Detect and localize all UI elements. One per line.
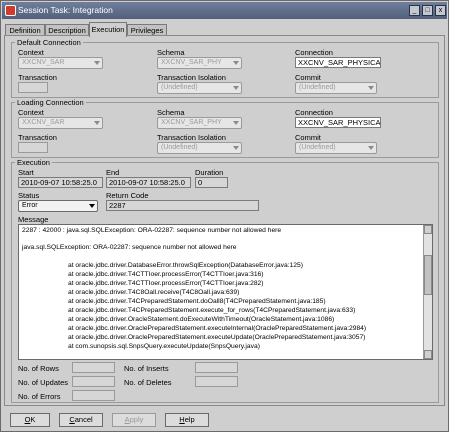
message-line: at oracle.jdbc.driver.T4CTTIoer.processE… xyxy=(68,280,264,287)
app-icon xyxy=(5,5,16,16)
message-line: at oracle.jdbc.driver.OracleStatement.do… xyxy=(68,316,335,323)
message-label: Message xyxy=(18,215,49,224)
return-code-label: Return Code xyxy=(106,191,149,200)
isolation-label: Transaction Isolation xyxy=(157,73,226,82)
schema-label: Schema xyxy=(157,48,185,57)
updates-field[interactable] xyxy=(72,376,115,387)
deletes-field[interactable] xyxy=(195,376,238,387)
return-code-field[interactable]: 2287 xyxy=(106,200,259,211)
tab-execution[interactable]: Execution xyxy=(89,22,127,37)
scroll-down-icon[interactable] xyxy=(424,350,432,359)
message-line: at oracle.jdbc.driver.OraclePreparedStat… xyxy=(68,334,366,341)
schema-select[interactable]: XXCNV_SAR_PHY xyxy=(157,57,242,69)
group-title: Loading Connection xyxy=(15,98,86,107)
isolation-select[interactable]: (Undefined) xyxy=(157,142,242,154)
loading-connection-group: Loading Connection Context XXCNV_SAR Sch… xyxy=(11,98,439,158)
connection-field[interactable]: XXCNV_SAR_PHYSICAL xyxy=(295,117,381,128)
commit-select[interactable]: (Undefined) xyxy=(295,142,377,154)
end-label: End xyxy=(106,168,120,177)
window-title: Session Task: Integration xyxy=(18,5,113,15)
execution-panel: Default Connection Context XXCNV_SAR Sch… xyxy=(4,35,445,406)
message-scrollbar[interactable] xyxy=(423,225,432,359)
close-icon[interactable]: x xyxy=(435,5,446,16)
commit-select[interactable]: (Undefined) xyxy=(295,82,377,94)
duration-label: Duration xyxy=(195,168,224,177)
errors-field[interactable] xyxy=(72,390,115,401)
context-select[interactable]: XXCNV_SAR xyxy=(18,57,103,69)
schema-label: Schema xyxy=(157,108,185,117)
apply-button[interactable]: Apply xyxy=(112,413,156,427)
duration-field[interactable]: 0 xyxy=(195,177,228,188)
context-label: Context xyxy=(18,108,44,117)
status-label: Status xyxy=(18,191,40,200)
help-button[interactable]: Help xyxy=(165,413,209,427)
message-line: at oracle.jdbc.driver.T4CPreparedStateme… xyxy=(68,298,326,305)
start-field[interactable]: 2010-09-07 10:58:25.0 xyxy=(18,177,103,188)
message-line: at com.sunopsis.sql.SnpsQuery.executeUpd… xyxy=(68,343,260,350)
start-label: Start xyxy=(18,168,34,177)
rows-label: No. of Rows xyxy=(18,364,59,373)
scroll-up-icon[interactable] xyxy=(424,225,432,234)
updates-label: No. of Updates xyxy=(18,378,69,387)
inserts-label: No. of Inserts xyxy=(124,364,169,373)
end-field[interactable]: 2010-09-07 10:58:25.0 xyxy=(106,177,191,188)
inserts-field[interactable] xyxy=(195,362,238,373)
group-title: Execution xyxy=(15,158,52,167)
cancel-button[interactable]: Cancel xyxy=(59,413,103,427)
status-select[interactable]: Error xyxy=(18,200,98,212)
ok-button[interactable]: OK xyxy=(10,413,50,427)
deletes-label: No. of Deletes xyxy=(124,378,172,387)
maximize-icon[interactable]: □ xyxy=(422,5,433,16)
transaction-label: Transaction xyxy=(18,73,57,82)
transaction-label: Transaction xyxy=(18,133,57,142)
message-line: at oracle.jdbc.driver.T4CTTIoer.processE… xyxy=(68,271,264,278)
message-textarea[interactable]: 2287 : 42000 : java.sql.SQLException: OR… xyxy=(18,224,433,360)
context-select[interactable]: XXCNV_SAR xyxy=(18,117,103,129)
rows-field[interactable] xyxy=(72,362,115,373)
transaction-field[interactable] xyxy=(18,142,48,153)
message-line: java.sql.SQLException: ORA-02287: sequen… xyxy=(22,244,237,251)
scroll-thumb[interactable] xyxy=(424,255,432,295)
isolation-label: Transaction Isolation xyxy=(157,133,226,142)
message-line: at oracle.jdbc.driver.T4CPreparedStateme… xyxy=(68,307,356,314)
context-label: Context xyxy=(18,48,44,57)
isolation-select[interactable]: (Undefined) xyxy=(157,82,242,94)
group-title: Default Connection xyxy=(15,38,83,47)
message-line: 2287 : 42000 : java.sql.SQLException: OR… xyxy=(22,227,282,234)
message-line: at oracle.jdbc.driver.T4C8Oall.receive(T… xyxy=(68,289,240,296)
title-bar[interactable]: Session Task: Integration _ □ x xyxy=(2,2,447,19)
errors-label: No. of Errors xyxy=(18,392,61,401)
default-connection-group: Default Connection Context XXCNV_SAR Sch… xyxy=(11,38,439,98)
connection-field[interactable]: XXCNV_SAR_PHYSICAL xyxy=(295,57,381,68)
session-task-dialog: Session Task: Integration _ □ x Definiti… xyxy=(0,0,449,432)
commit-label: Commit xyxy=(295,133,321,142)
message-line: at oracle.jdbc.driver.OraclePreparedStat… xyxy=(68,325,367,332)
minimize-icon[interactable]: _ xyxy=(409,5,420,16)
connection-label: Connection xyxy=(295,108,333,117)
transaction-field[interactable] xyxy=(18,82,48,93)
connection-label: Connection xyxy=(295,48,333,57)
schema-select[interactable]: XXCNV_SAR_PHY xyxy=(157,117,242,129)
message-line: at oracle.jdbc.driver.DatabaseError.thro… xyxy=(68,262,303,269)
commit-label: Commit xyxy=(295,73,321,82)
